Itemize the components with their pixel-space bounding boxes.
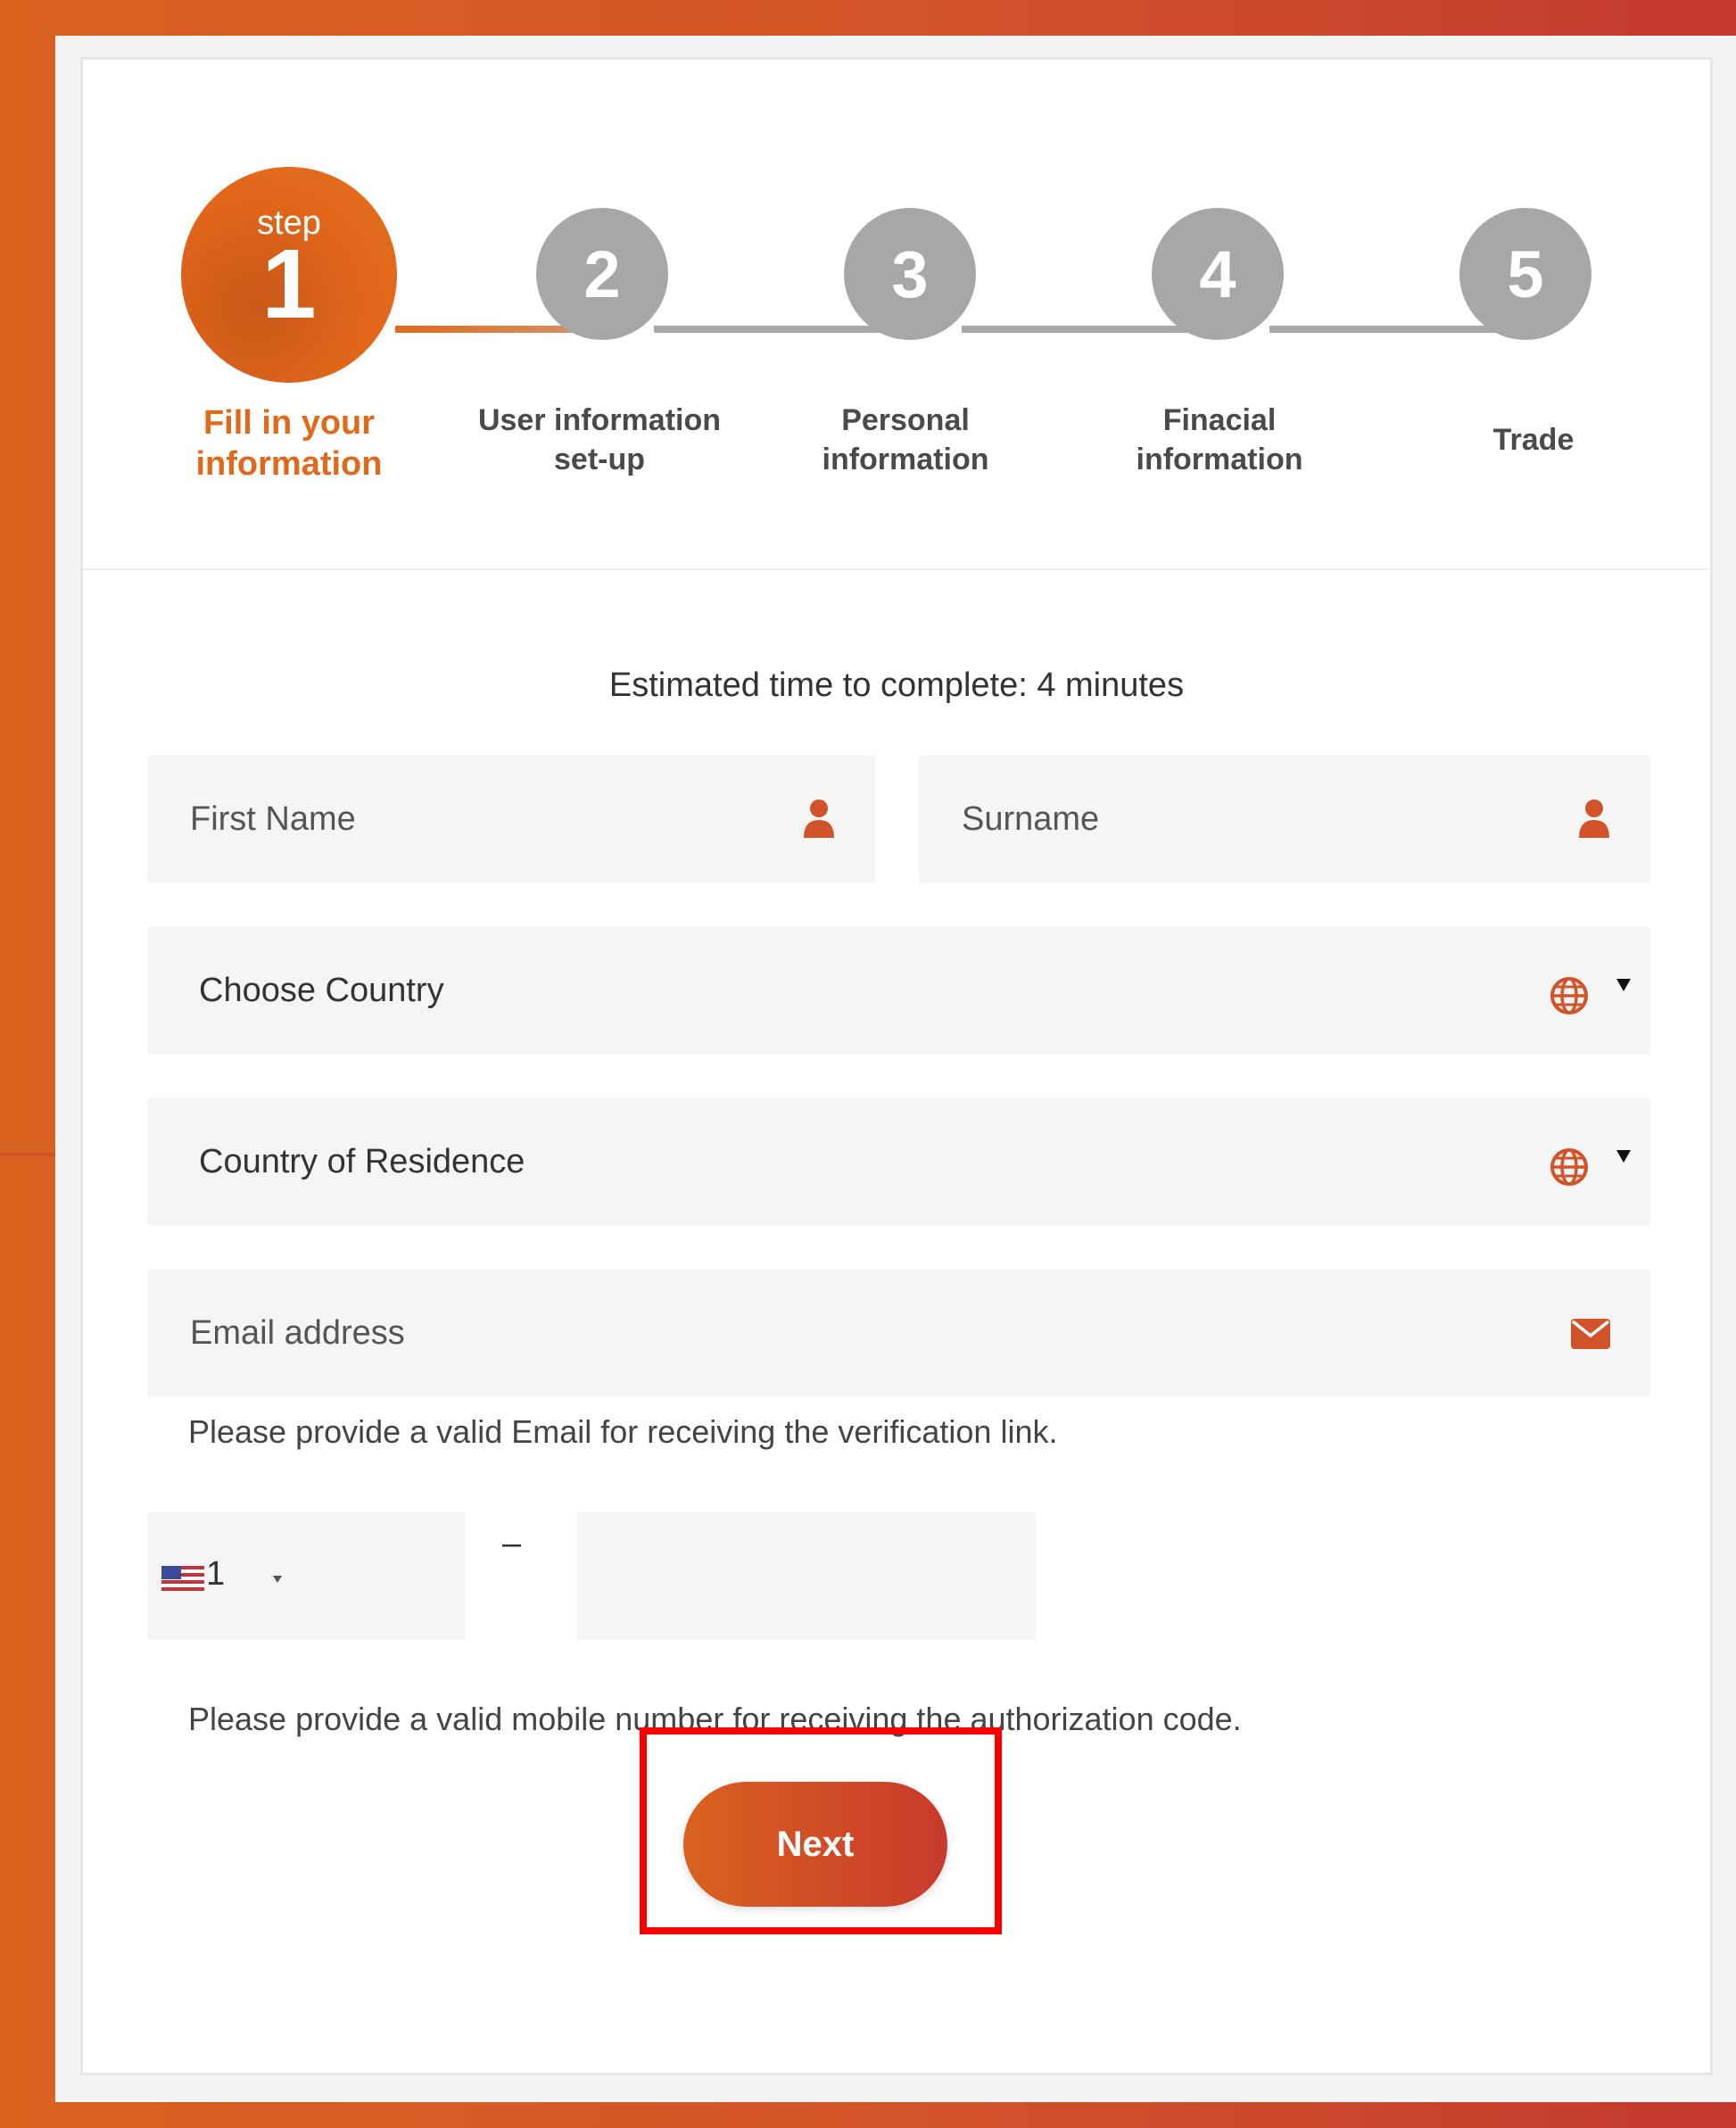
country-of-residence-label: Country of Residence	[199, 1143, 525, 1180]
person-icon	[804, 799, 834, 838]
surname-field[interactable]	[919, 756, 1650, 883]
step-4-label-line2: information	[1136, 443, 1303, 476]
choose-country-label: Choose Country	[199, 972, 444, 1009]
email-hint: Please provide a valid Email for receivi…	[188, 1413, 1058, 1450]
step-3-label: Personal information	[772, 401, 1039, 479]
phone-number-field[interactable]	[577, 1512, 1036, 1640]
email-field[interactable]	[147, 1270, 1650, 1397]
globe-icon	[1550, 977, 1588, 1014]
step-5-circle: 5	[1459, 208, 1591, 340]
globe-icon	[1550, 1148, 1588, 1186]
step-5-number: 5	[1507, 236, 1544, 311]
phone-country-code: 1	[206, 1555, 226, 1593]
caret-down-icon	[1616, 979, 1631, 991]
envelope-icon	[1571, 1319, 1610, 1349]
first-name-input[interactable]	[147, 756, 875, 883]
step-2-label: User information set-up	[466, 401, 733, 479]
step-1-label-line1: Fill in your	[203, 404, 376, 442]
step-2-label-line2: set-up	[554, 443, 645, 476]
step-2-circle: 2	[536, 208, 668, 340]
first-name-field[interactable]	[147, 756, 875, 883]
step-5-label: Trade	[1400, 420, 1667, 460]
step-3-label-line1: Personal	[841, 403, 970, 437]
country-of-residence-select[interactable]: Country of Residence	[147, 1098, 1650, 1226]
surname-input[interactable]	[919, 756, 1650, 883]
us-flag-icon	[161, 1566, 204, 1591]
person-icon	[1579, 799, 1609, 838]
frame-tick	[0, 1153, 55, 1156]
step-4-label-line1: Finacial	[1162, 403, 1277, 437]
phone-country-code-select[interactable]: 1	[147, 1512, 465, 1640]
phone-separator: –	[502, 1525, 522, 1562]
step-4-number: 4	[1199, 236, 1236, 311]
step-3-number: 3	[891, 236, 929, 311]
estimated-time: Estimated time to complete: 4 minutes	[608, 667, 1185, 704]
step-1-number: 1	[261, 229, 317, 339]
step-1-label-line2: information	[195, 445, 383, 483]
step-1-label: Fill in your information	[155, 402, 423, 484]
caret-down-icon	[273, 1576, 282, 1583]
next-button[interactable]: Next	[683, 1782, 947, 1907]
email-input[interactable]	[147, 1270, 1650, 1397]
step-1-circle: step 1	[181, 167, 397, 383]
step-2-label-line1: User information	[477, 403, 722, 437]
caret-down-icon	[1616, 1150, 1631, 1163]
step-2-number: 2	[583, 236, 621, 311]
step-5-label-line1: Trade	[1492, 423, 1575, 457]
choose-country-select[interactable]: Choose Country	[147, 927, 1650, 1055]
phone-number-input[interactable]	[577, 1512, 1036, 1640]
step-3-label-line2: information	[822, 443, 989, 476]
step-3-circle: 3	[844, 208, 976, 340]
step-4-circle: 4	[1152, 208, 1284, 340]
step-4-label: Finacial information	[1086, 401, 1353, 479]
stepper: step 1 Fill in your information 2 User i…	[83, 60, 1710, 570]
